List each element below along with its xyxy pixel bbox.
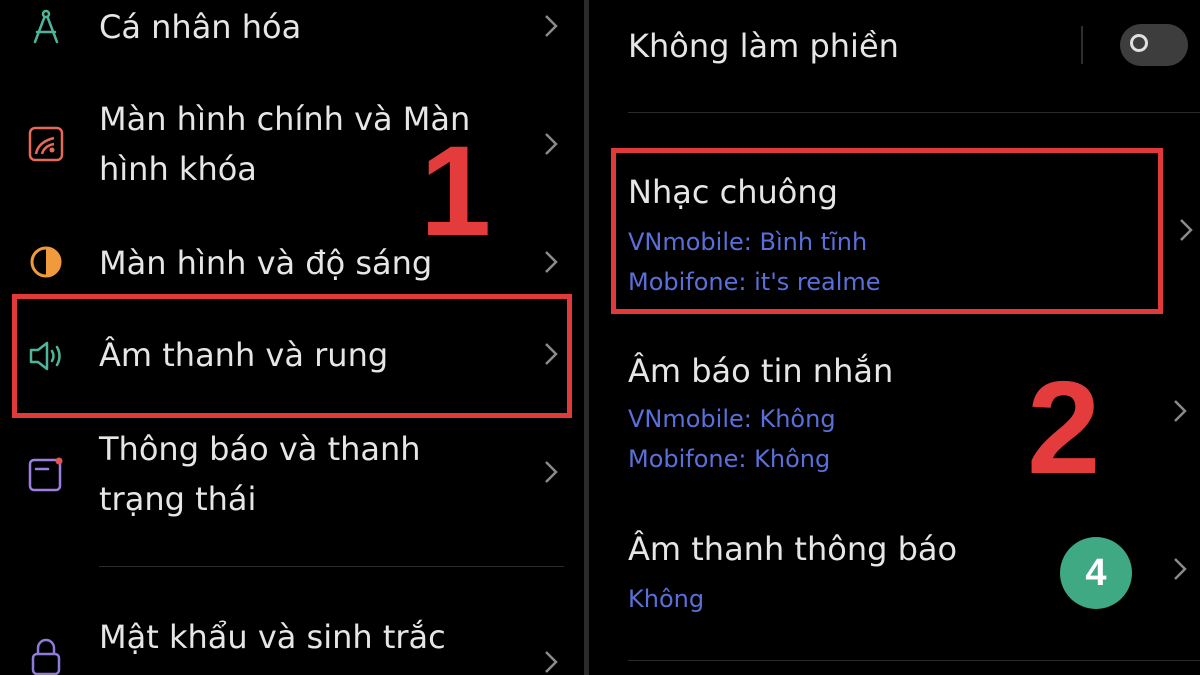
- settings-item-label-line2: hình khóa: [99, 150, 257, 188]
- settings-item-display-brightness[interactable]: Màn hình và độ sáng: [0, 236, 584, 292]
- brightness-icon: [26, 242, 66, 282]
- message-tone-title: Âm báo tin nhắn: [628, 352, 894, 390]
- chevron-right-icon: [1179, 218, 1193, 242]
- dnd-row[interactable]: Không làm phiền: [589, 0, 1200, 90]
- toggle-knob: [1130, 34, 1148, 52]
- chevron-right-icon: [1173, 557, 1187, 581]
- lock-icon: [26, 636, 66, 675]
- compass-personalize-icon: [26, 8, 66, 48]
- sound-settings-panel: Không làm phiền Nhạc chuông VNmobile: Bì…: [589, 0, 1200, 675]
- settings-item-label: Mật khẩu và sinh trắc: [99, 618, 446, 656]
- wallpaper-icon: [26, 124, 66, 164]
- settings-item-home-lock-screen[interactable]: Màn hình chính và Màn hình khóa: [0, 90, 584, 200]
- highlight-box-ringtone: [611, 148, 1163, 314]
- chevron-right-icon: [1173, 399, 1187, 423]
- list-divider: [628, 660, 1200, 661]
- step-number-1: 1: [420, 120, 492, 263]
- step-number-2: 2: [1027, 354, 1101, 501]
- settings-item-label-line1: Thông báo và thanh: [99, 430, 421, 468]
- chevron-right-icon: [544, 460, 558, 484]
- highlight-box-sound: [12, 294, 572, 418]
- chevron-right-icon: [544, 14, 558, 38]
- chevron-right-icon: [544, 250, 558, 274]
- message-tone-sim2: Mobifone: Không: [628, 445, 831, 473]
- message-tone-sim1: VNmobile: Không: [628, 405, 836, 433]
- dnd-toggle[interactable]: [1120, 24, 1188, 66]
- chevron-right-icon: [544, 132, 558, 156]
- settings-item-label: Màn hình và độ sáng: [99, 244, 433, 282]
- settings-item-notifications-statusbar[interactable]: Thông báo và thanh trạng thái: [0, 420, 584, 530]
- settings-item-label-line1: Màn hình chính và Màn: [99, 100, 471, 138]
- settings-item-label: Cá nhân hóa: [99, 8, 302, 46]
- settings-item-password-biometrics[interactable]: Mật khẩu và sinh trắc: [0, 612, 584, 675]
- chevron-right-icon: [544, 650, 558, 674]
- dnd-label: Không làm phiền: [628, 27, 899, 65]
- message-tone-row[interactable]: Âm báo tin nhắn VNmobile: Không Mobifone…: [589, 345, 1200, 485]
- notification-bar-icon: [26, 454, 66, 494]
- list-divider: [628, 112, 1200, 113]
- list-divider: [99, 566, 564, 567]
- notification-sound-title: Âm thanh thông báo: [628, 530, 958, 568]
- step-badge: 4: [1060, 537, 1132, 609]
- settings-item-label-line2: trạng thái: [99, 480, 257, 518]
- settings-list-panel: Cá nhân hóa Màn hình chính và Màn hình k…: [0, 0, 584, 675]
- dnd-vertical-divider: [1081, 26, 1083, 64]
- notification-sound-value: Không: [628, 585, 705, 613]
- settings-item-personalization[interactable]: Cá nhân hóa: [0, 0, 584, 56]
